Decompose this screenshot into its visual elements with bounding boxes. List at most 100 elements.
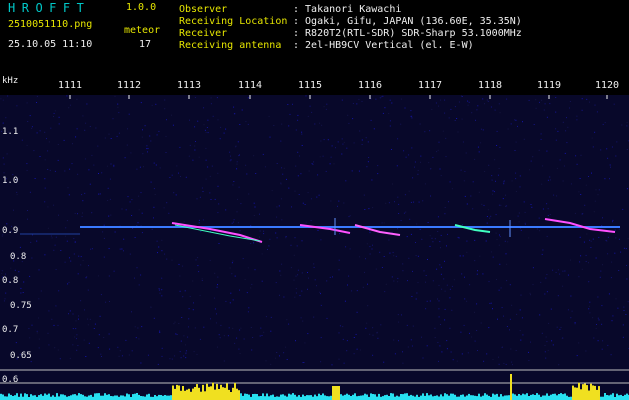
power-bar — [474, 395, 476, 400]
noise-speck — [255, 173, 257, 174]
noise-speck — [444, 290, 446, 292]
x-tick-label: 1116 — [357, 80, 383, 91]
noise-speck — [53, 324, 55, 326]
noise-speck — [55, 305, 57, 307]
noise-speck — [88, 265, 89, 267]
noise-speck — [369, 246, 371, 248]
noise-speck — [58, 214, 59, 216]
noise-speck — [383, 361, 385, 363]
noise-speck — [585, 261, 587, 262]
noise-speck — [213, 297, 215, 299]
power-bar — [356, 396, 358, 400]
noise-speck — [574, 212, 576, 214]
noise-speck — [198, 222, 200, 224]
noise-speck — [586, 233, 588, 235]
noise-speck — [425, 275, 427, 276]
power-bar — [592, 385, 594, 400]
power-bar — [90, 394, 92, 400]
noise-speck — [466, 251, 468, 253]
noise-speck — [236, 163, 238, 165]
noise-speck — [194, 149, 196, 151]
noise-speck — [63, 139, 65, 141]
noise-speck — [398, 340, 399, 342]
noise-speck — [481, 203, 483, 205]
noise-speck — [356, 348, 358, 350]
noise-speck — [165, 135, 167, 137]
power-bar — [156, 396, 158, 400]
power-bar — [242, 395, 244, 400]
power-bar — [348, 394, 350, 400]
noise-speck — [514, 119, 516, 121]
power-bar — [346, 393, 348, 400]
noise-speck — [225, 209, 227, 211]
noise-speck — [486, 222, 488, 224]
noise-speck — [477, 105, 479, 107]
noise-speck — [302, 362, 304, 363]
noise-speck — [382, 95, 384, 97]
noise-speck — [539, 314, 541, 316]
noise-speck — [408, 154, 410, 156]
noise-speck — [612, 221, 613, 223]
noise-speck — [459, 255, 461, 257]
noise-speck — [546, 203, 548, 205]
noise-speck — [48, 141, 50, 143]
noise-speck — [600, 270, 602, 272]
noise-speck — [545, 277, 547, 279]
noise-speck — [199, 196, 201, 198]
noise-speck — [216, 313, 217, 315]
power-bar — [470, 395, 472, 400]
noise-speck — [137, 327, 139, 329]
power-bar — [476, 396, 478, 400]
noise-speck — [522, 334, 524, 336]
noise-speck — [429, 245, 431, 247]
noise-speck — [54, 110, 56, 112]
noise-speck — [594, 131, 596, 133]
noise-speck — [174, 355, 176, 357]
noise-speck — [296, 245, 298, 247]
noise-speck — [26, 163, 28, 165]
noise-speck — [93, 164, 95, 166]
power-bar — [516, 395, 518, 400]
power-bar — [324, 395, 326, 400]
noise-speck — [290, 267, 292, 269]
power-bar — [526, 393, 528, 400]
power-bar — [266, 393, 268, 400]
noise-speck — [310, 198, 312, 200]
noise-speck — [15, 342, 17, 344]
noise-speck — [413, 201, 415, 203]
noise-speck — [363, 194, 365, 196]
noise-speck — [293, 254, 295, 256]
noise-speck — [75, 136, 77, 138]
noise-speck — [615, 237, 617, 239]
noise-speck — [415, 298, 417, 300]
noise-speck — [184, 290, 186, 292]
noise-speck — [542, 249, 544, 251]
noise-speck — [203, 326, 205, 328]
noise-speck — [319, 156, 321, 158]
noise-speck — [400, 123, 402, 125]
noise-speck — [207, 166, 209, 168]
noise-speck — [220, 324, 222, 326]
power-bar — [276, 396, 278, 400]
noise-speck — [626, 278, 628, 280]
noise-speck — [159, 330, 161, 332]
power-bar — [482, 395, 484, 400]
noise-speck — [285, 346, 287, 348]
noise-speck — [620, 251, 622, 253]
noise-speck — [598, 319, 600, 321]
noise-speck — [5, 117, 7, 119]
noise-speck — [437, 231, 439, 232]
noise-speck — [320, 361, 322, 363]
noise-speck — [99, 193, 101, 195]
noise-speck — [440, 324, 441, 325]
noise-speck — [118, 132, 120, 134]
noise-speck — [317, 174, 319, 176]
noise-speck — [452, 359, 454, 361]
noise-speck — [382, 112, 384, 114]
noise-speck — [496, 239, 498, 241]
power-bar — [586, 385, 588, 400]
noise-speck — [286, 178, 287, 180]
power-bar — [330, 395, 332, 400]
noise-speck — [38, 298, 40, 300]
noise-speck — [500, 204, 502, 206]
